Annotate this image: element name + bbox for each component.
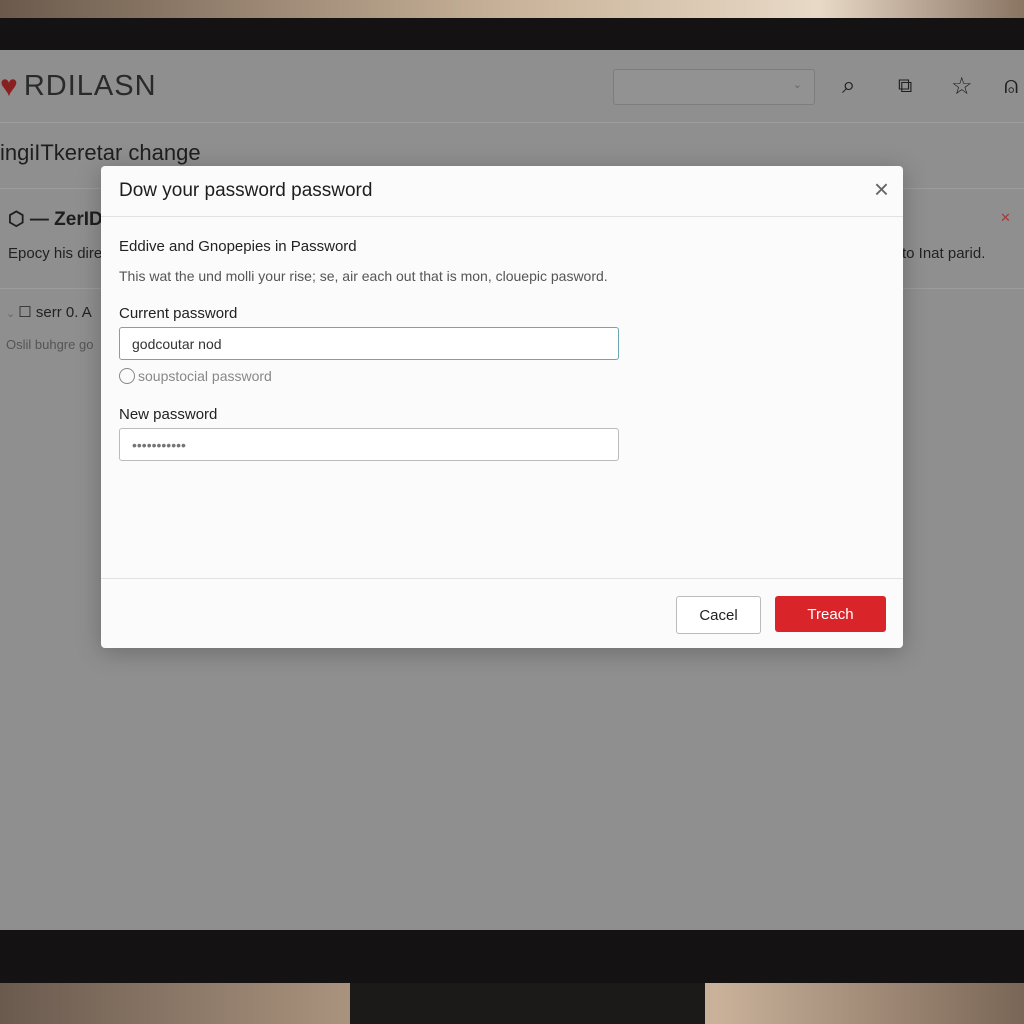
radio-icon[interactable] bbox=[119, 368, 135, 384]
page-title: ingiITkeretar change bbox=[0, 140, 201, 165]
submit-button[interactable]: Treach bbox=[775, 596, 886, 632]
close-icon[interactable]: ✕ bbox=[1000, 210, 1011, 226]
heart-icon: ♥ bbox=[0, 69, 18, 103]
monitor-stand bbox=[350, 983, 705, 1024]
screen: ♥ RDILASN ⌄ ⌕ ⧉ ☆ ⍝ ingiITkeretar change… bbox=[0, 50, 1024, 930]
checkbox-icon[interactable]: ☐ bbox=[18, 304, 31, 321]
change-password-dialog: Dow your password password × Eddive and … bbox=[101, 166, 903, 648]
list-item-description: Oslil buhgre go bbox=[6, 337, 94, 352]
section-description: Epocy his dire bbox=[8, 245, 103, 262]
list-item[interactable]: ⌄ ☐ serr 0. A bbox=[6, 303, 92, 321]
section-title: ⬡ — ZerID bbox=[8, 208, 103, 231]
search-icon[interactable]: ⌕ bbox=[842, 72, 855, 100]
section-title-text: ZerID bbox=[54, 209, 103, 230]
logo[interactable]: ♥ RDILASN bbox=[0, 70, 157, 103]
close-icon[interactable]: × bbox=[874, 176, 889, 202]
radio-option[interactable]: soupstocial password bbox=[119, 368, 272, 384]
current-password-input[interactable] bbox=[119, 327, 619, 360]
divider bbox=[101, 578, 903, 579]
new-password-label: New password bbox=[119, 406, 218, 423]
current-password-label: Current password bbox=[119, 305, 238, 322]
logo-text: RDILASN bbox=[23, 70, 157, 102]
dialog-title: Dow your password password bbox=[119, 180, 373, 201]
top-bar: ♥ RDILASN ⌄ ⌕ ⧉ ☆ ⍝ bbox=[0, 50, 1024, 123]
new-password-input[interactable] bbox=[119, 428, 619, 461]
chevron-icon: ⌄ bbox=[6, 308, 19, 320]
list-item-label: serr 0. A bbox=[35, 304, 92, 321]
radio-label: soupstocial password bbox=[138, 368, 272, 384]
section-description-end: to Inat parid. bbox=[902, 245, 986, 262]
user-icon[interactable]: ⍝ bbox=[1004, 72, 1018, 100]
dialog-subtitle: Eddive and Gnopepies in Password bbox=[119, 238, 357, 255]
lock-icon: ⬡ — bbox=[8, 209, 55, 230]
dialog-description: This wat the und molli your rise; se, ai… bbox=[119, 268, 608, 284]
cancel-button[interactable]: Cacel bbox=[676, 596, 761, 634]
chevron-down-icon: ⌄ bbox=[792, 79, 802, 91]
dropdown-select[interactable]: ⌄ bbox=[613, 69, 815, 105]
star-icon[interactable]: ☆ bbox=[951, 72, 973, 101]
dialog-header: Dow your password password × bbox=[101, 166, 903, 217]
share-icon[interactable]: ⧉ bbox=[898, 75, 912, 98]
